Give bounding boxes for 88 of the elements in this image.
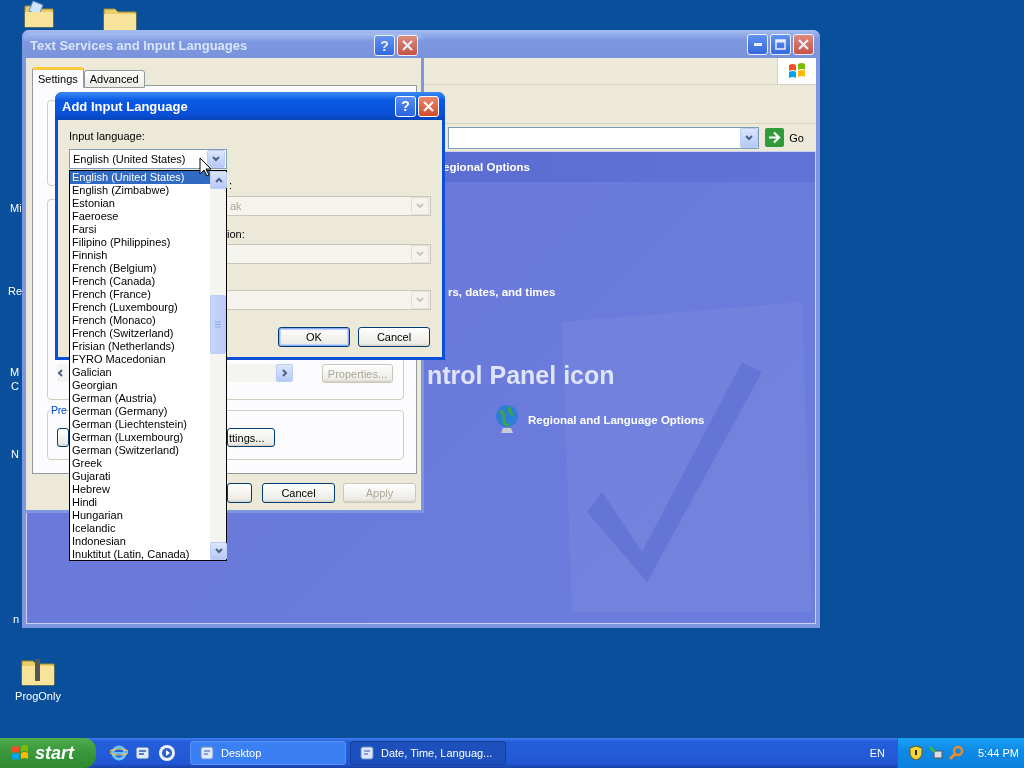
- field-label: Input language:: [69, 130, 145, 142]
- list-item[interactable]: English (United States): [70, 171, 210, 184]
- desktop-icon-label: Re: [8, 285, 23, 297]
- vertical-scrollbar[interactable]: [210, 171, 226, 560]
- tab[interactable]: Advanced: [83, 70, 145, 88]
- list-item[interactable]: Icelandic: [70, 522, 210, 535]
- task-link[interactable]: rs, dates, and times: [448, 286, 556, 298]
- maximize-button[interactable]: [770, 33, 791, 55]
- list-item[interactable]: Georgian: [70, 379, 210, 392]
- ok-button[interactable]: [227, 483, 252, 503]
- list-item[interactable]: German (Germany): [70, 405, 210, 418]
- list-item[interactable]: Indonesian: [70, 535, 210, 548]
- zipped-folder-icon: [21, 656, 55, 686]
- dialog-title: Add Input Language: [62, 98, 189, 114]
- media-player-icon[interactable]: [158, 744, 176, 762]
- desktop-icon-label[interactable]: ProgOnly: [15, 690, 61, 702]
- list-item[interactable]: FYRO Macedonian: [70, 353, 210, 366]
- minimize-button[interactable]: [747, 33, 768, 55]
- globe-icon[interactable]: [494, 404, 520, 436]
- help-button[interactable]: ?: [395, 95, 416, 117]
- list-item[interactable]: Greek: [70, 457, 210, 470]
- settings-button[interactable]: ttings...: [227, 428, 275, 447]
- list-item[interactable]: French (Canada): [70, 275, 210, 288]
- list-item[interactable]: Inuktitut (Latin, Canada): [70, 548, 210, 561]
- list-item[interactable]: Finnish: [70, 249, 210, 262]
- cancel-button[interactable]: Cancel: [358, 327, 430, 347]
- list-item[interactable]: Hungarian: [70, 509, 210, 522]
- taskbar-button[interactable]: Desktop: [190, 741, 346, 765]
- group-label: Pre: [51, 404, 67, 416]
- scroll-left-button[interactable]: [57, 364, 69, 382]
- language-indicator[interactable]: EN: [869, 747, 885, 759]
- list-item[interactable]: Filipino (Philippines): [70, 236, 210, 249]
- windows-logo-icon: [787, 62, 807, 80]
- list-item[interactable]: German (Luxembourg): [70, 431, 210, 444]
- list-item[interactable]: Hindi: [70, 496, 210, 509]
- close-button[interactable]: [397, 35, 418, 56]
- list-item[interactable]: Faeroese: [70, 210, 210, 223]
- list-item[interactable]: Farsi: [70, 223, 210, 236]
- list-item[interactable]: German (Liechtenstein): [70, 418, 210, 431]
- language-dropdown[interactable]: English (United States): [69, 149, 227, 169]
- list-item[interactable]: English (Zimbabwe): [70, 184, 210, 197]
- list-item[interactable]: German (Austria): [70, 392, 210, 405]
- browser-icon[interactable]: [110, 744, 128, 762]
- list-item[interactable]: French (Belgium): [70, 262, 210, 275]
- window-title: Text Services and Input Languages: [30, 38, 249, 53]
- list-item[interactable]: Gujarati: [70, 470, 210, 483]
- list-item[interactable]: Galician: [70, 366, 210, 379]
- list-item[interactable]: French (Luxembourg): [70, 301, 210, 314]
- section-title: ntrol Panel icon: [427, 361, 615, 390]
- list-item[interactable]: French (Monaco): [70, 314, 210, 327]
- list-item[interactable]: Hebrew: [70, 483, 210, 496]
- close-icon: [423, 100, 434, 112]
- taskbar-button[interactable]: Date, Time, Languag...: [350, 741, 506, 765]
- desktop-icon-label: Mi: [10, 202, 22, 214]
- close-icon: [402, 40, 413, 51]
- desktop-icon-label: C: [11, 380, 19, 392]
- clock[interactable]: 5:44 PM: [978, 747, 1019, 759]
- list-item[interactable]: French (France): [70, 288, 210, 301]
- desktop-icon-label: n: [13, 613, 20, 625]
- grip-icon: [215, 321, 221, 328]
- ok-button[interactable]: OK: [278, 327, 350, 347]
- field-label: ion:: [227, 228, 245, 240]
- close-button[interactable]: [793, 33, 814, 55]
- minimize-icon: [753, 42, 762, 46]
- list-item[interactable]: Frisian (Netherlands): [70, 340, 210, 353]
- maximize-icon: [775, 38, 786, 50]
- tab[interactable]: Settings: [32, 67, 84, 88]
- desktop-icon-label: M: [10, 366, 20, 378]
- shield-icon[interactable]: [908, 745, 924, 761]
- folder-icon[interactable]: [24, 0, 54, 28]
- close-icon: [798, 38, 809, 50]
- desktop-icon-label: N: [11, 448, 19, 460]
- go-button[interactable]: Go: [765, 128, 804, 147]
- field-label: :: [229, 179, 233, 191]
- partial-button[interactable]: [57, 428, 69, 447]
- list-item[interactable]: French (Switzerland): [70, 327, 210, 340]
- list-item[interactable]: Estonian: [70, 197, 210, 210]
- cancel-button[interactable]: Cancel: [262, 483, 335, 503]
- control-panel-item[interactable]: Regional and Language Options: [528, 414, 705, 426]
- document-icon: [359, 745, 375, 761]
- network-icon[interactable]: [928, 745, 944, 761]
- list-item[interactable]: German (Switzerland): [70, 444, 210, 457]
- section-heading: egional Options: [443, 161, 530, 173]
- windows-logo-icon: [10, 744, 30, 762]
- horizontal-scrollbar[interactable]: [227, 364, 293, 382]
- address-field[interactable]: [448, 126, 760, 149]
- start-button[interactable]: start: [0, 738, 96, 768]
- close-button[interactable]: [418, 95, 439, 117]
